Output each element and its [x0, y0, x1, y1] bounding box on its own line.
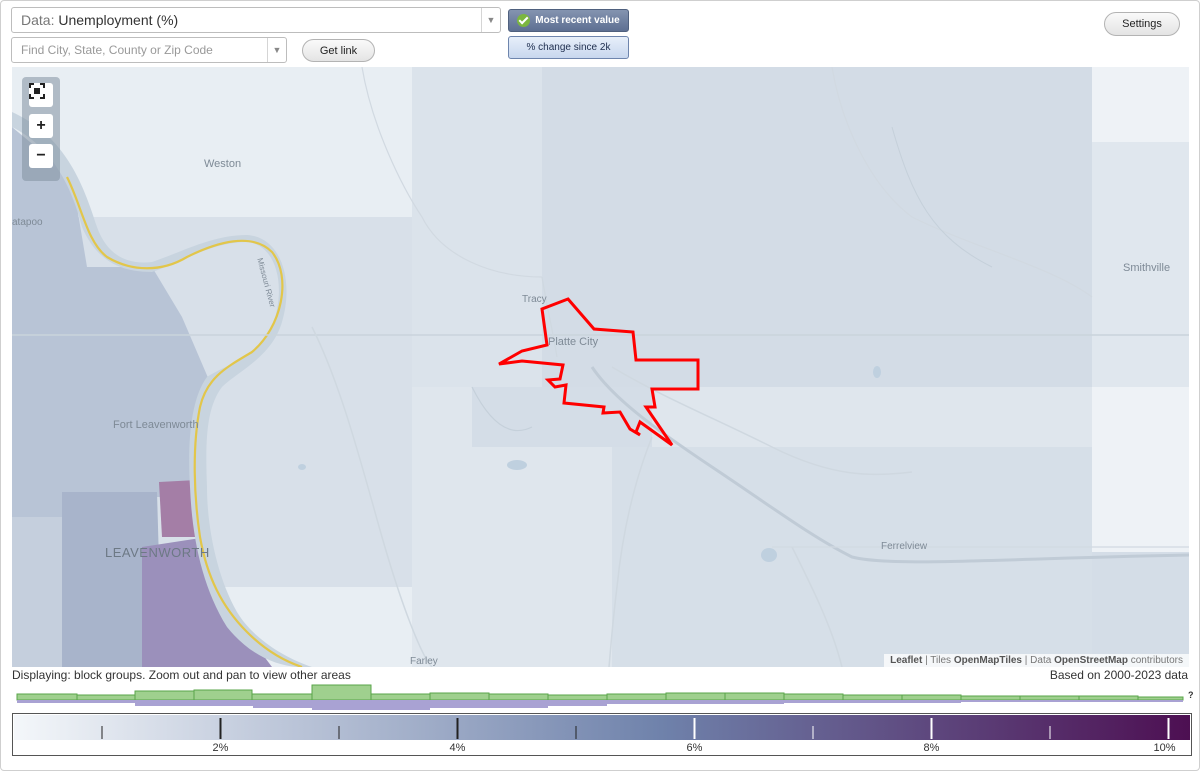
legend-tick-label: 10% — [1153, 742, 1175, 754]
attribution-contributors: contributors — [1127, 655, 1183, 666]
map-label-smithville: Smithville — [1123, 262, 1171, 274]
map[interactable]: Weston atapoo Tracy Platte City Smithvil… — [12, 67, 1189, 667]
legend-tick-label: 8% — [924, 742, 940, 754]
legend-tick-label: 2% — [213, 742, 229, 754]
map-label-leavenworth: LEAVENWORTH — [105, 545, 210, 560]
most-recent-value-label: Most recent value — [535, 15, 620, 26]
displaying-status: Displaying: block groups. Zoom out and p… — [12, 668, 351, 682]
leaflet-link[interactable]: Leaflet — [890, 655, 922, 666]
map-label-atapoo: atapoo — [12, 217, 43, 228]
chevron-down-icon[interactable]: ▼ — [481, 8, 500, 32]
attribution-sep-data: | Data — [1022, 655, 1055, 666]
get-link-button[interactable]: Get link — [302, 39, 375, 62]
map-attribution: Leaflet | Tiles OpenMapTiles | Data Open… — [884, 654, 1189, 667]
map-canvas — [12, 67, 1189, 667]
map-label-platte-city: Platte City — [548, 336, 599, 348]
data-select-value: Unemployment (%) — [58, 12, 179, 28]
legend-tick-label: 4% — [450, 742, 466, 754]
percent-change-toggle[interactable]: % change since 2k — [508, 36, 629, 59]
zoom-in-button[interactable]: + — [29, 114, 53, 138]
map-label-fort-leavenworth: Fort Leavenworth — [113, 419, 199, 431]
data-select-prefix: Data: — [21, 12, 55, 28]
settings-button[interactable]: Settings — [1104, 12, 1180, 36]
openmaptiles-link[interactable]: OpenMapTiles — [954, 655, 1022, 666]
map-label-ferrelview: Ferrelview — [881, 541, 928, 552]
attribution-sep-tiles: | Tiles — [922, 655, 954, 666]
location-search[interactable]: ▼ — [11, 37, 287, 63]
histogram-help-icon[interactable]: ? — [1188, 690, 1194, 700]
zoom-control: + − — [22, 77, 60, 181]
distribution-histogram — [16, 684, 1184, 710]
color-legend: 2% 4% 6% 8% 10% — [12, 713, 1192, 756]
data-range-status: Based on 2000-2023 data — [1049, 668, 1188, 682]
openstreetmap-link[interactable]: OpenStreetMap — [1054, 655, 1128, 666]
map-label-tracy: Tracy — [522, 294, 547, 305]
zoom-out-button[interactable]: − — [29, 144, 53, 168]
map-label-weston: Weston — [204, 158, 242, 170]
data-select[interactable]: Data: Unemployment (%) ▼ — [11, 7, 501, 33]
fullscreen-icon — [29, 83, 45, 99]
legend-gradient-bar — [14, 715, 1190, 740]
most-recent-value-toggle[interactable]: Most recent value — [508, 9, 629, 32]
check-icon — [517, 14, 531, 27]
legend-scale: 2% 4% 6% 8% 10% — [14, 715, 1190, 754]
legend-tick-label: 6% — [687, 742, 703, 754]
location-search-input[interactable] — [12, 38, 267, 62]
fullscreen-button[interactable] — [29, 83, 53, 107]
map-label-farley: Farley — [410, 656, 438, 667]
chevron-down-icon[interactable]: ▼ — [267, 38, 286, 62]
